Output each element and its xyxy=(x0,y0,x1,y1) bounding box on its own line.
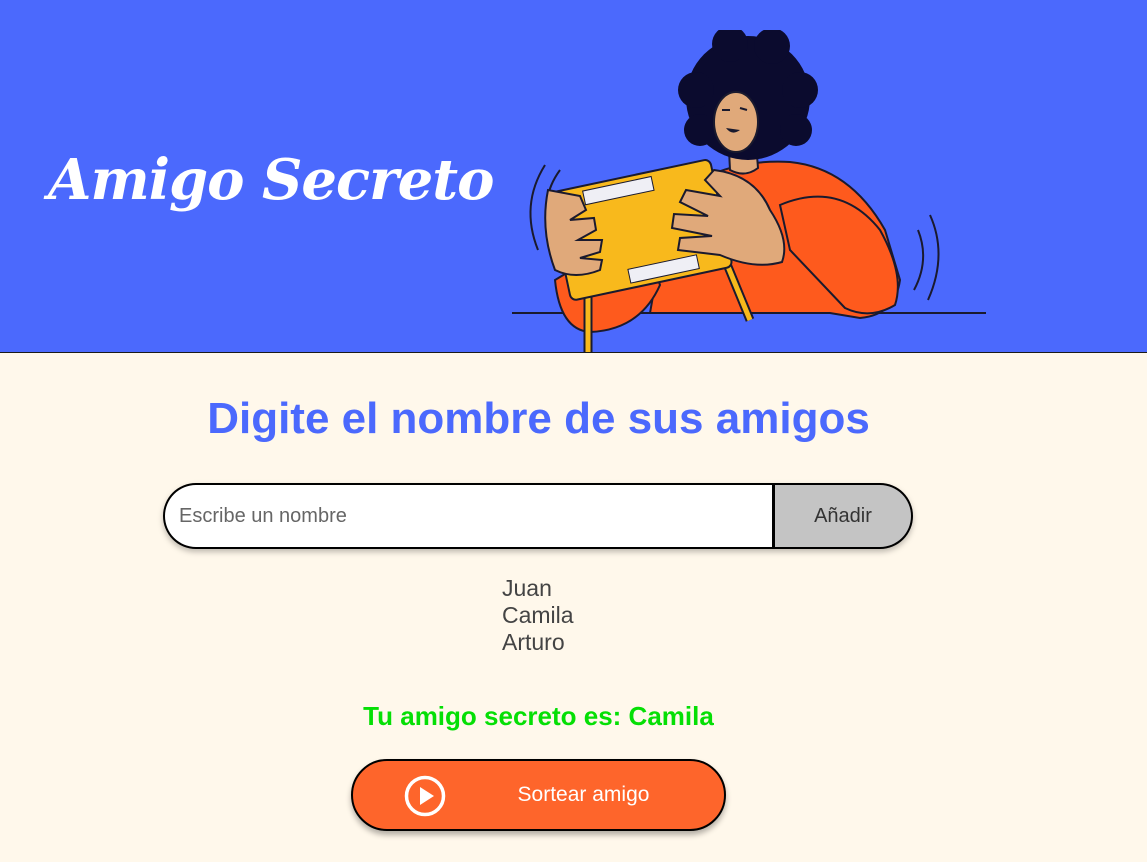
play-circle-icon xyxy=(404,775,446,817)
friend-name-input[interactable] xyxy=(163,483,775,549)
header-banner: Amigo Secreto xyxy=(0,0,1147,353)
section-title: Digite el nombre de sus amigos xyxy=(207,394,870,443)
friend-list-item: Arturo xyxy=(502,629,565,655)
secret-friend-result: Tu amigo secreto es: Camila xyxy=(363,701,714,731)
app-title: Amigo Secreto xyxy=(48,147,494,213)
draw-friend-button[interactable]: Sortear amigo xyxy=(351,759,726,831)
main-content: Digite el nombre de sus amigos Añadir Ju… xyxy=(0,353,1147,862)
friend-list-item: Juan xyxy=(502,575,552,601)
friend-list: Juan Camila Arturo xyxy=(502,575,574,656)
person-holding-box-illustration xyxy=(512,30,986,352)
friend-list-item: Camila xyxy=(502,602,574,628)
name-input-group: Añadir xyxy=(163,483,913,549)
draw-friend-button-label: Sortear amigo xyxy=(517,783,650,806)
add-friend-button[interactable]: Añadir xyxy=(775,483,913,549)
